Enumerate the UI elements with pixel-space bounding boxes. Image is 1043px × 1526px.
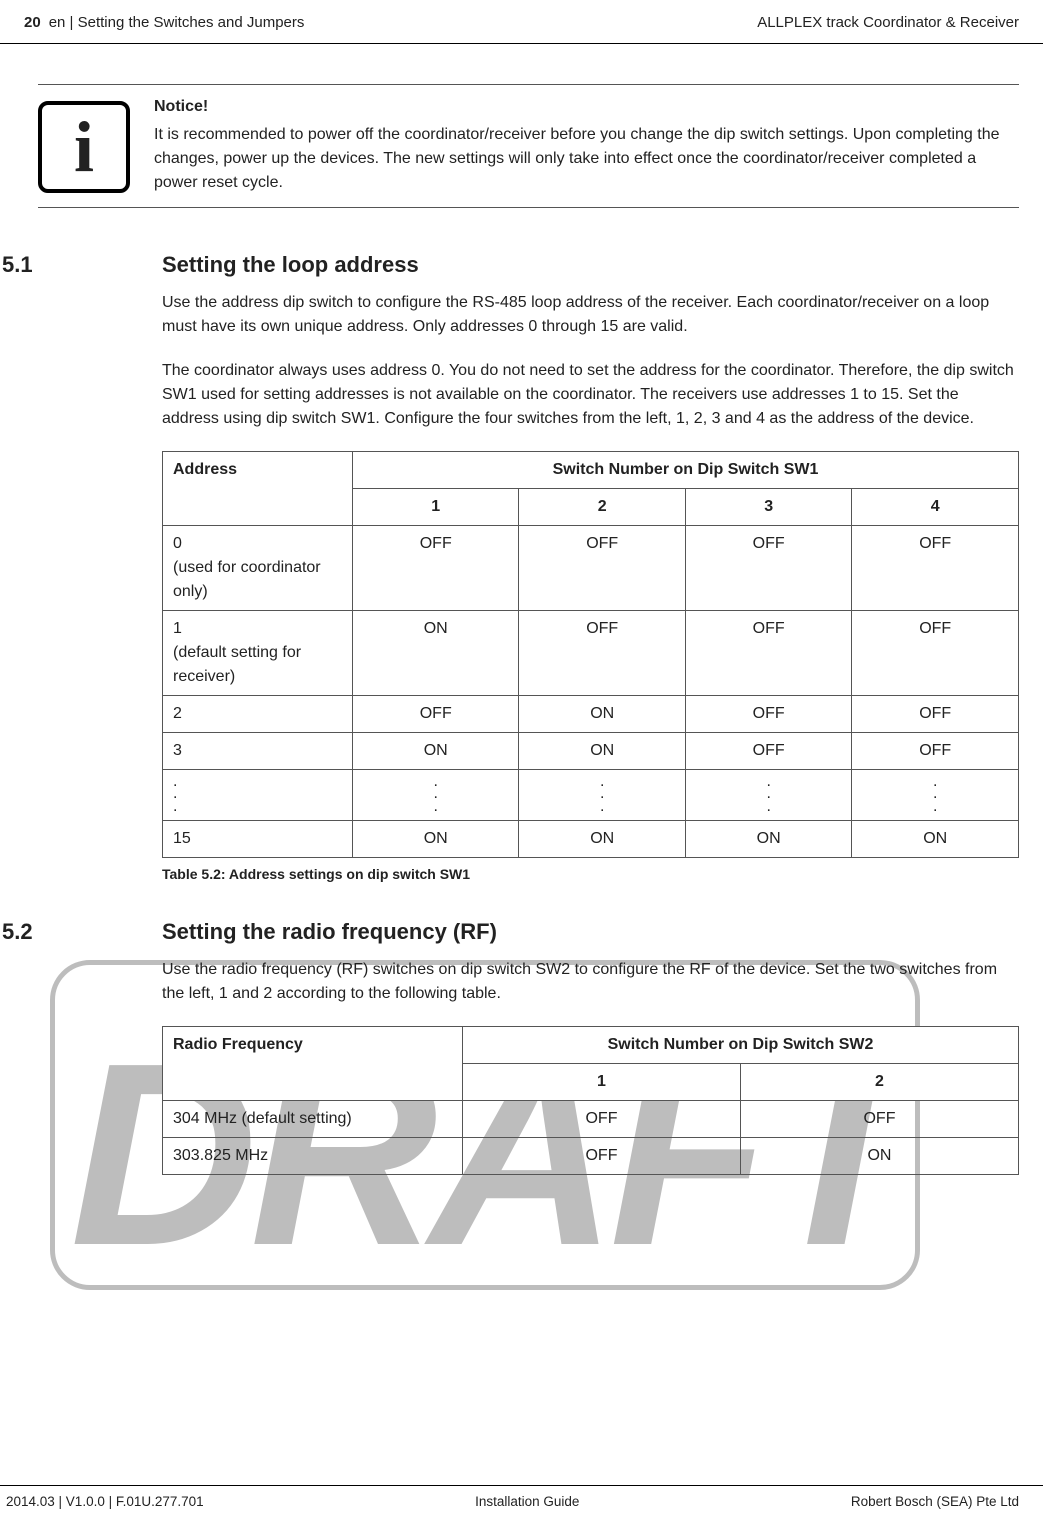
addr-note: (default setting for receiver): [173, 644, 301, 685]
cell: OFF: [685, 610, 851, 695]
table-5-2-wrap: Address Switch Number on Dip Switch SW1 …: [162, 451, 1019, 858]
notice-heading: Notice!: [154, 95, 1009, 119]
col-1: 1: [463, 1063, 741, 1100]
cell: ON: [519, 695, 685, 732]
cell: OFF: [740, 1100, 1018, 1137]
cell: OFF: [353, 525, 519, 610]
col-rf: Radio Frequency: [163, 1026, 463, 1100]
cell: OFF: [519, 610, 685, 695]
section-5-2: 5.2 Setting the radio frequency (RF) Use…: [0, 915, 1019, 1026]
cell: OFF: [685, 732, 851, 769]
col-3: 3: [685, 488, 851, 525]
col-2: 2: [519, 488, 685, 525]
notice-block: i Notice! It is recommended to power off…: [38, 84, 1019, 208]
cell: ON: [852, 820, 1019, 857]
col-group: Switch Number on Dip Switch SW1: [353, 451, 1019, 488]
header-product-title: ALLPLEX track Coordinator & Receiver: [757, 12, 1019, 35]
section-title: Setting the radio frequency (RF): [162, 915, 1019, 948]
info-glyph: i: [74, 111, 94, 183]
addr-note: (used for coordinator only): [173, 559, 321, 600]
table-row: 3 ON ON OFF OFF: [163, 732, 1019, 769]
addr-value: 3: [163, 732, 353, 769]
page-number: 20: [24, 12, 41, 35]
cell: OFF: [463, 1137, 741, 1174]
col-1: 1: [353, 488, 519, 525]
info-icon: i: [38, 101, 130, 193]
cell: OFF: [852, 525, 1019, 610]
table-row: 303.825 MHz OFF ON: [163, 1137, 1019, 1174]
section-number: 5.1: [0, 248, 162, 451]
address-table: Address Switch Number on Dip Switch SW1 …: [162, 451, 1019, 858]
paragraph: Use the address dip switch to configure …: [162, 291, 1019, 339]
table-row: 1 (default setting for receiver) ON OFF …: [163, 610, 1019, 695]
cell: ON: [685, 820, 851, 857]
footer-right: Robert Bosch (SEA) Pte Ltd: [851, 1492, 1019, 1512]
footer-center: Installation Guide: [475, 1492, 579, 1512]
cell: OFF: [519, 525, 685, 610]
cell: ON: [353, 820, 519, 857]
cell: ON: [519, 820, 685, 857]
col-group: Switch Number on Dip Switch SW2: [463, 1026, 1019, 1063]
rf-table: Radio Frequency Switch Number on Dip Swi…: [162, 1026, 1019, 1175]
notice-body: It is recommended to power off the coord…: [154, 123, 1009, 195]
footer-left: 2014.03 | V1.0.0 | F.01U.277.701: [6, 1492, 204, 1512]
cell: ON: [740, 1137, 1018, 1174]
cell: OFF: [852, 695, 1019, 732]
cell: ON: [353, 732, 519, 769]
addr-value: 0: [173, 535, 182, 552]
rf-value: 304 MHz (default setting): [163, 1100, 463, 1137]
table-row: 0 (used for coordinator only) OFF OFF OF…: [163, 525, 1019, 610]
cell: OFF: [353, 695, 519, 732]
section-number: 5.2: [0, 915, 162, 1026]
table-row: 2 OFF ON OFF OFF: [163, 695, 1019, 732]
addr-value: 1: [173, 620, 182, 637]
section-title: Setting the loop address: [162, 248, 1019, 281]
rf-value: 303.825 MHz: [163, 1137, 463, 1174]
cell: OFF: [463, 1100, 741, 1137]
addr-value: 15: [163, 820, 353, 857]
cell: OFF: [852, 732, 1019, 769]
table-row: 304 MHz (default setting) OFF OFF: [163, 1100, 1019, 1137]
addr-value: 2: [163, 695, 353, 732]
paragraph: The coordinator always uses address 0. Y…: [162, 359, 1019, 431]
rf-table-wrap: Radio Frequency Switch Number on Dip Swi…: [162, 1026, 1019, 1175]
cell: OFF: [852, 610, 1019, 695]
cell: OFF: [685, 695, 851, 732]
table-caption: Table 5.2: Address settings on dip switc…: [162, 864, 1043, 885]
col-address: Address: [163, 451, 353, 525]
header-section-title: en | Setting the Switches and Jumpers: [49, 12, 305, 35]
page-footer: 2014.03 | V1.0.0 | F.01U.277.701 Install…: [0, 1485, 1043, 1526]
table-row: ... ... ... ... ...: [163, 769, 1019, 820]
section-5-1: 5.1 Setting the loop address Use the add…: [0, 248, 1019, 451]
col-4: 4: [852, 488, 1019, 525]
cell: OFF: [685, 525, 851, 610]
page-header: 20 en | Setting the Switches and Jumpers…: [0, 0, 1043, 44]
cell: ON: [519, 732, 685, 769]
col-2: 2: [740, 1063, 1018, 1100]
paragraph: Use the radio frequency (RF) switches on…: [162, 958, 1019, 1006]
table-row: 15 ON ON ON ON: [163, 820, 1019, 857]
cell: ON: [353, 610, 519, 695]
